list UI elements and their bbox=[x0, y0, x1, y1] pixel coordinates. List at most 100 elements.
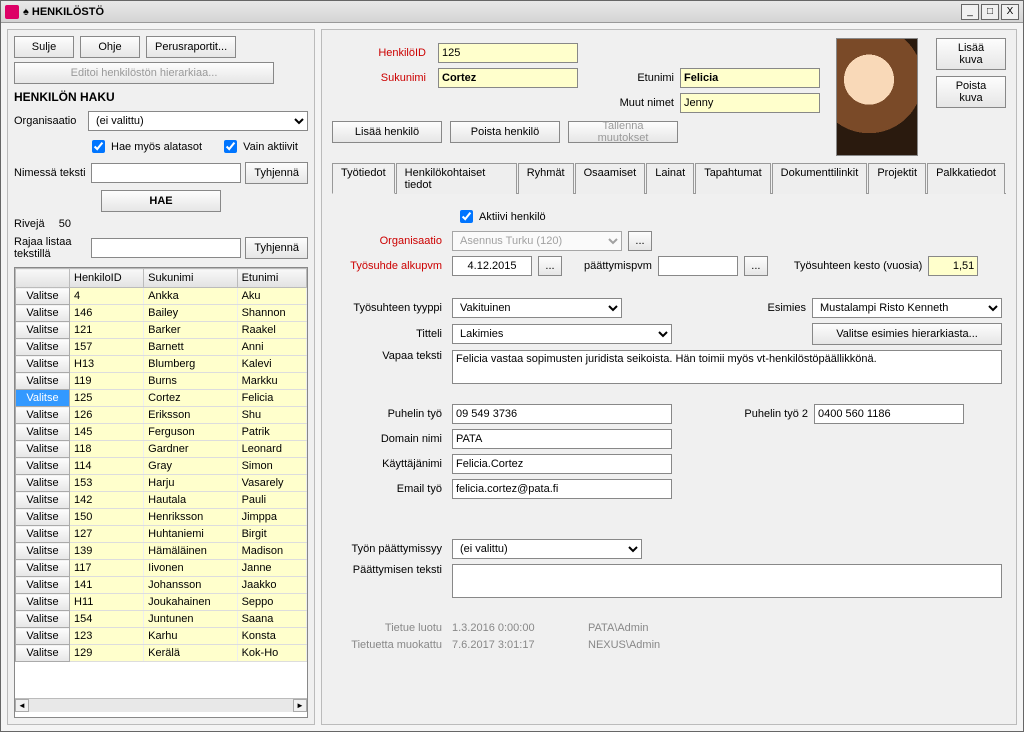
email-field[interactable] bbox=[452, 479, 672, 499]
select-row-button[interactable]: Valitse bbox=[16, 628, 70, 645]
clear-name-button[interactable]: Tyhjennä bbox=[245, 162, 308, 184]
scroll-right-icon[interactable]: ► bbox=[293, 699, 307, 712]
tab-osaamiset[interactable]: Osaamiset bbox=[575, 163, 646, 194]
delete-photo-button[interactable]: Poista kuva bbox=[936, 76, 1006, 108]
select-row-button[interactable]: Valitse bbox=[16, 305, 70, 322]
table-row[interactable]: Valitse4AnkkaAku bbox=[16, 288, 307, 305]
table-row[interactable]: Valitse118GardnerLeonard bbox=[16, 441, 307, 458]
active-only-checkbox[interactable]: Vain aktiivit bbox=[220, 137, 298, 156]
select-row-button[interactable]: Valitse bbox=[16, 407, 70, 424]
filter-input[interactable] bbox=[91, 238, 241, 258]
name-text-input[interactable] bbox=[91, 163, 241, 183]
select-row-button[interactable]: Valitse bbox=[16, 509, 70, 526]
select-row-button[interactable]: Valitse bbox=[16, 356, 70, 373]
domain-field[interactable] bbox=[452, 429, 672, 449]
select-row-button[interactable]: Valitse bbox=[16, 645, 70, 662]
select-row-button[interactable]: Valitse bbox=[16, 373, 70, 390]
start-date-picker-button[interactable]: ... bbox=[538, 256, 562, 276]
table-row[interactable]: Valitse145FergusonPatrik bbox=[16, 424, 307, 441]
select-row-button[interactable]: Valitse bbox=[16, 288, 70, 305]
active-person-checkbox[interactable]: Aktiivi henkilö bbox=[456, 207, 546, 226]
select-row-button[interactable]: Valitse bbox=[16, 322, 70, 339]
col-id[interactable]: HenkiloID bbox=[70, 269, 144, 288]
save-changes-button[interactable]: Tallenna muutokset bbox=[568, 121, 678, 143]
col-select[interactable] bbox=[16, 269, 70, 288]
help-button[interactable]: Ohje bbox=[80, 36, 140, 58]
table-row[interactable]: Valitse129KeräläKok-Ho bbox=[16, 645, 307, 662]
lastname-field[interactable] bbox=[438, 68, 578, 88]
table-row[interactable]: Valitse157BarnettAnni bbox=[16, 339, 307, 356]
table-row[interactable]: Valitse150HenrikssonJimppa bbox=[16, 509, 307, 526]
org-browse-button[interactable]: ... bbox=[628, 231, 652, 251]
start-date-field[interactable] bbox=[452, 256, 532, 276]
end-date-field[interactable] bbox=[658, 256, 738, 276]
othernames-field[interactable] bbox=[680, 93, 820, 113]
select-row-button[interactable]: Valitse bbox=[16, 441, 70, 458]
search-button[interactable]: HAE bbox=[101, 190, 221, 212]
select-row-button[interactable]: Valitse bbox=[16, 577, 70, 594]
select-row-button[interactable]: Valitse bbox=[16, 543, 70, 560]
table-row[interactable]: Valitse141JohanssonJaakko bbox=[16, 577, 307, 594]
col-last[interactable]: Sukunimi bbox=[144, 269, 237, 288]
table-row[interactable]: Valitse127HuhtaniemiBirgit bbox=[16, 526, 307, 543]
tab-projektit[interactable]: Projektit bbox=[868, 163, 926, 194]
select-row-button[interactable]: Valitse bbox=[16, 611, 70, 628]
table-row[interactable]: Valitse117IivonenJanne bbox=[16, 560, 307, 577]
tab-palkkatiedot[interactable]: Palkkatiedot bbox=[927, 163, 1005, 194]
username-field[interactable] bbox=[452, 454, 672, 474]
select-row-button[interactable]: Valitse bbox=[16, 526, 70, 543]
title-select[interactable]: Lakimies bbox=[452, 324, 672, 344]
table-row[interactable]: Valitse142HautalaPauli bbox=[16, 492, 307, 509]
type-select[interactable]: Vakituinen bbox=[452, 298, 622, 318]
table-row[interactable]: Valitse126ErikssonShu bbox=[16, 407, 307, 424]
phone2-field[interactable] bbox=[814, 404, 964, 424]
end-date-picker-button[interactable]: ... bbox=[744, 256, 768, 276]
tab-tapahtumat[interactable]: Tapahtumat bbox=[695, 163, 770, 194]
edit-hierarchy-button[interactable]: Editoi henkilöstön hierarkiaa... bbox=[14, 62, 274, 84]
phone1-field[interactable] bbox=[452, 404, 672, 424]
table-row[interactable]: Valitse146BaileyShannon bbox=[16, 305, 307, 322]
tab-ryhmät[interactable]: Ryhmät bbox=[518, 163, 574, 194]
tab-lainat[interactable]: Lainat bbox=[646, 163, 694, 194]
table-row[interactable]: ValitseH11JoukahainenSeppo bbox=[16, 594, 307, 611]
scroll-left-icon[interactable]: ◄ bbox=[15, 699, 29, 712]
freetext-field[interactable]: Felicia vastaa sopimusten juridista seik… bbox=[452, 350, 1002, 384]
grid-scroll[interactable]: HenkiloID Sukunimi Etunimi Valitse4Ankka… bbox=[15, 268, 307, 698]
table-row[interactable]: Valitse123KarhuKonsta bbox=[16, 628, 307, 645]
sublevels-checkbox[interactable]: Hae myös alatasot bbox=[88, 137, 202, 156]
tab-dokumenttilinkit[interactable]: Dokumenttilinkit bbox=[772, 163, 868, 194]
table-row[interactable]: ValitseH13BlumbergKalevi bbox=[16, 356, 307, 373]
boss-hierarchy-button[interactable]: Valitse esimies hierarkiasta... bbox=[812, 323, 1002, 345]
select-row-button[interactable]: Valitse bbox=[16, 458, 70, 475]
reports-button[interactable]: Perusraportit... bbox=[146, 36, 236, 58]
add-person-button[interactable]: Lisää henkilö bbox=[332, 121, 442, 143]
table-row[interactable]: Valitse119BurnsMarkku bbox=[16, 373, 307, 390]
endreason-select[interactable]: (ei valittu) bbox=[452, 539, 642, 559]
add-photo-button[interactable]: Lisää kuva bbox=[936, 38, 1006, 70]
close-button[interactable]: Sulje bbox=[14, 36, 74, 58]
select-row-button[interactable]: Valitse bbox=[16, 424, 70, 441]
maximize-button[interactable]: □ bbox=[981, 4, 999, 20]
delete-person-button[interactable]: Poista henkilö bbox=[450, 121, 560, 143]
col-first[interactable]: Etunimi bbox=[237, 269, 306, 288]
boss-select[interactable]: Mustalampi Risto Kenneth bbox=[812, 298, 1002, 318]
firstname-field[interactable] bbox=[680, 68, 820, 88]
org-select[interactable]: (ei valittu) bbox=[88, 111, 308, 131]
select-row-button[interactable]: Valitse bbox=[16, 594, 70, 611]
clear-filter-button[interactable]: Tyhjennä bbox=[245, 237, 308, 259]
tab-henkilökohtaiset-tiedot[interactable]: Henkilökohtaiset tiedot bbox=[396, 163, 517, 194]
table-row[interactable]: Valitse121BarkerRaakel bbox=[16, 322, 307, 339]
tab-työtiedot[interactable]: Työtiedot bbox=[332, 163, 395, 194]
table-row[interactable]: Valitse125CortezFelicia bbox=[16, 390, 307, 407]
form-org-select[interactable]: Asennus Turku (120) bbox=[452, 231, 622, 251]
table-row[interactable]: Valitse114GraySimon bbox=[16, 458, 307, 475]
minimize-button[interactable]: _ bbox=[961, 4, 979, 20]
select-row-button[interactable]: Valitse bbox=[16, 390, 70, 407]
close-window-button[interactable]: X bbox=[1001, 4, 1019, 20]
table-row[interactable]: Valitse153HarjuVasarely bbox=[16, 475, 307, 492]
select-row-button[interactable]: Valitse bbox=[16, 492, 70, 509]
endtext-field[interactable] bbox=[452, 564, 1002, 598]
select-row-button[interactable]: Valitse bbox=[16, 339, 70, 356]
table-row[interactable]: Valitse139HämäläinenMadison bbox=[16, 543, 307, 560]
horizontal-scrollbar[interactable]: ◄ ► bbox=[15, 698, 307, 712]
